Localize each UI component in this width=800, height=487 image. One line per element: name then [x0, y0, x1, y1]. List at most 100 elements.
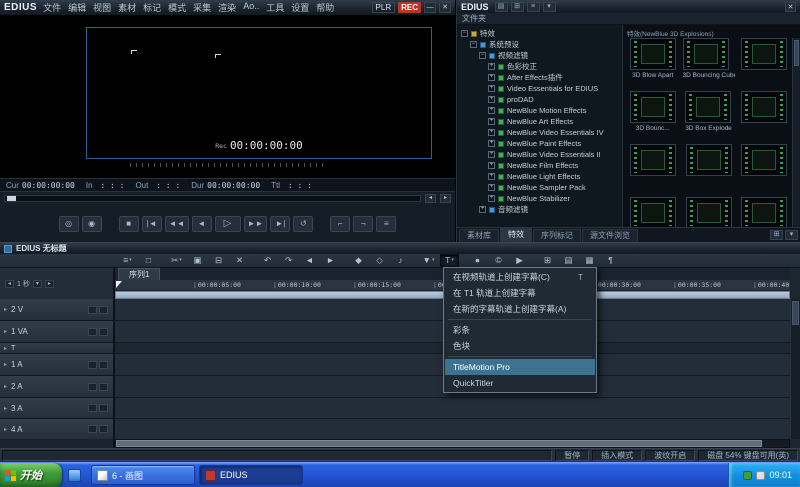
- panel-menu-icon[interactable]: ▾: [543, 2, 556, 12]
- taskbar-item-paint[interactable]: 6 - 画图: [91, 465, 195, 485]
- view-grid-icon[interactable]: ⊞: [511, 2, 524, 12]
- collapse-icon[interactable]: −: [470, 41, 477, 48]
- tree-item[interactable]: +NewBlue Art Effects: [457, 116, 622, 127]
- tree-item[interactable]: +proDAD: [457, 94, 622, 105]
- set-out-button[interactable]: ¬: [353, 216, 373, 232]
- track-header[interactable]: ▸1 A: [0, 354, 115, 376]
- jog-icon[interactable]: ◎: [59, 216, 79, 232]
- zoom-out-icon[interactable]: ◂: [5, 280, 14, 288]
- tray-security-icon[interactable]: [743, 471, 752, 480]
- track-speaker-icon[interactable]: [88, 404, 97, 412]
- tab-sequence-marker[interactable]: 序列标记: [533, 229, 581, 242]
- play-button[interactable]: ▷: [215, 216, 241, 232]
- menu-item-color-matte[interactable]: 色块: [445, 338, 595, 354]
- mode-button[interactable]: □: [139, 254, 158, 267]
- track-header[interactable]: ▸3 A: [0, 398, 115, 419]
- track-expand-icon[interactable]: ▸: [4, 306, 7, 313]
- effect-thumbnail[interactable]: [630, 144, 676, 197]
- tree-item[interactable]: +NewBlue Video Essentials IV: [457, 127, 622, 138]
- tree-item[interactable]: +NewBlue Motion Effects: [457, 105, 622, 116]
- track-speaker-icon[interactable]: [88, 361, 97, 369]
- track-lane[interactable]: [115, 398, 790, 419]
- track-expand-icon[interactable]: ▸: [4, 361, 7, 368]
- expand-icon[interactable]: +: [488, 195, 495, 202]
- shuttle-icon[interactable]: ◉: [82, 216, 102, 232]
- loop-button[interactable]: ↺: [293, 216, 313, 232]
- position-slider[interactable]: [4, 195, 421, 202]
- tree-item[interactable]: +音频滤镜: [457, 204, 622, 215]
- expand-icon[interactable]: +: [488, 129, 495, 136]
- track-lock-icon[interactable]: [99, 425, 108, 433]
- menu-capture[interactable]: 采集: [193, 1, 211, 14]
- title-button[interactable]: T▾: [440, 254, 459, 267]
- menu-view[interactable]: 视图: [93, 1, 111, 14]
- add-transition-button[interactable]: ◆: [349, 254, 368, 267]
- tab-menu-icon[interactable]: ▾: [785, 230, 798, 240]
- track-speaker-icon[interactable]: [88, 383, 97, 391]
- expand-icon[interactable]: +: [488, 96, 495, 103]
- effect-thumbnail[interactable]: [686, 197, 732, 227]
- timeline-horizontal-scrollbar[interactable]: [115, 439, 790, 448]
- layout-button[interactable]: ▤: [559, 254, 578, 267]
- grid-button[interactable]: ⊞: [538, 254, 557, 267]
- tree-item[interactable]: +NewBlue Video Essentials II: [457, 149, 622, 160]
- audio-mixer-button[interactable]: ♪: [391, 254, 410, 267]
- track-lock-icon[interactable]: [99, 361, 108, 369]
- track-visibility-icon[interactable]: [88, 328, 97, 336]
- timeline-menu-button[interactable]: ≡▾: [118, 254, 137, 267]
- tab-source-browser[interactable]: 源文件浏览: [582, 229, 638, 242]
- quick-launch-icon[interactable]: [68, 469, 81, 482]
- menu-edit[interactable]: 编辑: [68, 1, 86, 14]
- slider-handle[interactable]: [7, 196, 16, 201]
- delete-button[interactable]: ✕: [230, 254, 249, 267]
- collapse-icon[interactable]: −: [461, 30, 468, 37]
- chapter-button[interactable]: ©: [489, 254, 508, 267]
- tree-item[interactable]: −系统预设: [457, 39, 622, 50]
- track-lock-icon[interactable]: [99, 383, 108, 391]
- menu-help[interactable]: 帮助: [316, 1, 334, 14]
- effect-thumbnail[interactable]: [741, 144, 787, 197]
- rewind-button[interactable]: ◄◄: [165, 216, 189, 232]
- slider-left-button[interactable]: ◂: [425, 194, 436, 203]
- set-in-button[interactable]: ⌐: [330, 216, 350, 232]
- fast-forward-button[interactable]: ►►: [244, 216, 268, 232]
- effect-thumbnail[interactable]: 3D Bouncing Cubes: [683, 38, 735, 91]
- close-button[interactable]: ✕: [439, 2, 451, 13]
- track-header[interactable]: ▸2 V: [0, 299, 115, 321]
- track-lane[interactable]: [115, 419, 790, 439]
- tree-item[interactable]: +NewBlue Sampler Pack: [457, 182, 622, 193]
- menu-item-create-title-video-track[interactable]: 在视频轨道上创建字幕(C)T: [445, 269, 595, 285]
- thumbnail-scrollbar[interactable]: [792, 38, 800, 227]
- effects-close-button[interactable]: ✕: [785, 2, 796, 12]
- rec-button[interactable]: REC: [398, 2, 421, 13]
- menu-item-create-title-new-track[interactable]: 在新的字幕轨道上创建字幕(A): [445, 301, 595, 317]
- hscroll-thumb[interactable]: [116, 440, 762, 447]
- track-expand-icon[interactable]: ▸: [4, 426, 7, 433]
- effect-thumbnail[interactable]: [741, 91, 787, 144]
- timeline-vertical-scrollbar[interactable]: [790, 299, 800, 439]
- paste-button[interactable]: ⊟: [209, 254, 228, 267]
- record-button[interactable]: ●: [468, 254, 487, 267]
- dock-icon[interactable]: ⊞: [770, 230, 783, 240]
- play-render-button[interactable]: ▶: [510, 254, 529, 267]
- playhead[interactable]: [116, 281, 122, 288]
- timescale-control[interactable]: ◂ 1 秒 ▾ ▸: [0, 268, 115, 299]
- bins-button[interactable]: ▦: [580, 254, 599, 267]
- cut-button[interactable]: ✂▾: [167, 254, 186, 267]
- tree-item[interactable]: +After Effects插件: [457, 72, 622, 83]
- track-header[interactable]: ▸T: [0, 343, 115, 354]
- expand-icon[interactable]: +: [488, 118, 495, 125]
- menu-clip[interactable]: 素材: [118, 1, 136, 14]
- timescale-dropdown-icon[interactable]: ▾: [33, 280, 42, 288]
- zoom-in-icon[interactable]: ▸: [45, 280, 54, 288]
- tree-item[interactable]: −视频滤镜: [457, 50, 622, 61]
- minimize-button[interactable]: —: [424, 2, 436, 13]
- tab-asset-bin[interactable]: 素材库: [459, 229, 499, 242]
- vscroll-thumb[interactable]: [792, 301, 799, 325]
- expand-icon[interactable]: +: [488, 107, 495, 114]
- new-folder-icon[interactable]: ▤: [495, 2, 508, 12]
- redo-button[interactable]: ↷: [279, 254, 298, 267]
- expand-icon[interactable]: +: [479, 206, 486, 213]
- expand-icon[interactable]: +: [488, 173, 495, 180]
- add-marker-button[interactable]: ▼▾: [419, 254, 438, 267]
